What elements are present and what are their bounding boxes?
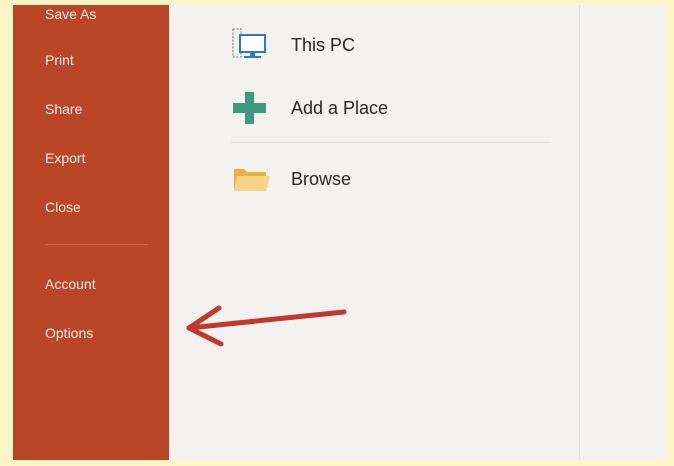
backstage-sidebar: Save As Print Share Export Close Account…	[13, 5, 169, 460]
nav-item-save-as[interactable]: Save As	[45, 5, 96, 23]
screenshot-frame: Save As Print Share Export Close Account…	[0, 0, 674, 466]
place-this-pc[interactable]: This PC	[231, 27, 561, 63]
place-add-a-place[interactable]: Add a Place	[231, 90, 561, 126]
nav-item-options[interactable]: Options	[45, 324, 93, 342]
folder-icon	[231, 161, 271, 197]
computer-icon	[231, 27, 271, 63]
annotation-arrow-icon	[186, 305, 347, 347]
place-browse[interactable]: Browse	[231, 161, 561, 197]
places-divider	[231, 142, 551, 143]
save-locations-pane: This PC Add a Place Browse	[169, 5, 579, 460]
plus-icon	[231, 90, 271, 126]
right-content-pane	[579, 5, 666, 460]
nav-item-close[interactable]: Close	[45, 198, 81, 216]
nav-item-share[interactable]: Share	[45, 100, 82, 118]
place-label-this-pc: This PC	[291, 35, 356, 55]
place-label-browse: Browse	[291, 169, 352, 189]
nav-divider	[45, 244, 148, 245]
nav-item-export[interactable]: Export	[45, 149, 85, 167]
place-label-add-a-place: Add a Place	[291, 98, 389, 118]
nav-item-account[interactable]: Account	[45, 275, 96, 293]
nav-item-print[interactable]: Print	[45, 51, 74, 69]
